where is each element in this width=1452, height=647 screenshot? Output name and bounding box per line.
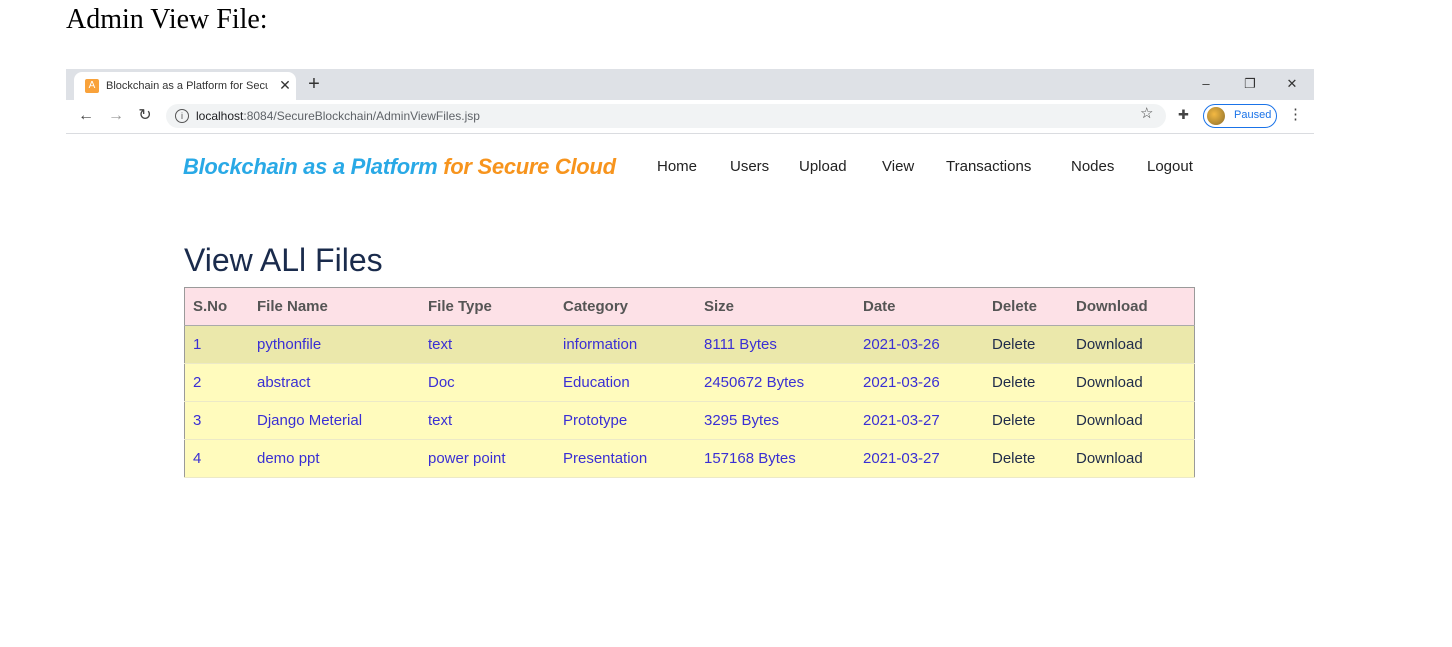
nav-upload[interactable]: Upload: [799, 158, 847, 175]
page-title: View ALl Files: [184, 242, 383, 278]
delete-link[interactable]: Delete: [984, 439, 1068, 478]
cell-size: 2450672 Bytes: [696, 363, 855, 402]
column-header-file-name: File Name: [249, 287, 420, 326]
document-heading: Admin View File:: [66, 4, 268, 35]
url-host: localhost: [196, 109, 244, 123]
brand-part-2: for Secure Cloud: [443, 154, 616, 179]
address-toolbar: ← → ↻ i localhost:8084/SecureBlockchain/…: [66, 100, 1314, 134]
table-row[interactable]: 4 demo ppt power point Presentation 1571…: [184, 439, 1195, 478]
cell-file-type: Doc: [420, 363, 555, 402]
download-link[interactable]: Download: [1068, 401, 1195, 440]
delete-link[interactable]: Delete: [984, 363, 1068, 402]
table-row[interactable]: 3 Django Meterial text Prototype 3295 By…: [184, 401, 1195, 440]
forward-arrow-icon[interactable]: →: [107, 107, 125, 125]
table-row[interactable]: 1 pythonfile text information 8111 Bytes…: [184, 325, 1195, 364]
cell-sno: 3: [184, 401, 249, 440]
cell-sno: 4: [184, 439, 249, 478]
column-header-file-type: File Type: [420, 287, 555, 326]
nav-transactions[interactable]: Transactions: [946, 158, 1031, 175]
column-header-size: Size: [696, 287, 855, 326]
column-header-category: Category: [555, 287, 696, 326]
cell-category: Prototype: [555, 401, 696, 440]
cell-size: 8111 Bytes: [696, 325, 855, 364]
column-header-download: Download: [1068, 287, 1195, 326]
table-row[interactable]: 2 abstract Doc Education 2450672 Bytes 2…: [184, 363, 1195, 402]
nav-logout[interactable]: Logout: [1147, 158, 1193, 175]
download-link[interactable]: Download: [1068, 325, 1195, 364]
cell-file-name: demo ppt: [249, 439, 420, 478]
tab-strip: A Blockchain as a Platform for Secu ✕ + …: [66, 69, 1314, 100]
url-text[interactable]: localhost:8084/SecureBlockchain/AdminVie…: [196, 109, 480, 123]
cell-date: 2021-03-27: [855, 401, 984, 440]
cell-size: 157168 Bytes: [696, 439, 855, 478]
profile-button[interactable]: Paused: [1203, 104, 1277, 128]
nav-view[interactable]: View: [882, 158, 914, 175]
cell-date: 2021-03-27: [855, 439, 984, 478]
page-content: Blockchain as a Platform for Secure Clou…: [66, 134, 1314, 489]
cell-date: 2021-03-26: [855, 363, 984, 402]
kebab-menu-icon[interactable]: ⋮: [1288, 107, 1303, 123]
delete-link[interactable]: Delete: [984, 401, 1068, 440]
site-brand[interactable]: Blockchain as a Platform for Secure Clou…: [183, 154, 616, 180]
close-icon[interactable]: ✕: [277, 77, 293, 93]
cell-sno: 1: [184, 325, 249, 364]
browser-tab[interactable]: A Blockchain as a Platform for Secu ✕: [74, 72, 296, 100]
column-header-date: Date: [855, 287, 984, 326]
download-link[interactable]: Download: [1068, 363, 1195, 402]
cell-sno: 2: [184, 363, 249, 402]
table-header-row: S.No File Name File Type Category Size D…: [184, 287, 1195, 326]
nav-users[interactable]: Users: [730, 158, 769, 175]
cell-file-type: power point: [420, 439, 555, 478]
cell-category: information: [555, 325, 696, 364]
restore-icon[interactable]: ❐: [1238, 73, 1262, 95]
browser-window: A Blockchain as a Platform for Secu ✕ + …: [66, 69, 1314, 489]
back-arrow-icon[interactable]: ←: [77, 107, 95, 125]
minimize-icon[interactable]: –: [1194, 73, 1218, 95]
cell-file-name: Django Meterial: [249, 401, 420, 440]
download-link[interactable]: Download: [1068, 439, 1195, 478]
nav-nodes[interactable]: Nodes: [1071, 158, 1114, 175]
cell-date: 2021-03-26: [855, 325, 984, 364]
delete-link[interactable]: Delete: [984, 325, 1068, 364]
profile-status: Paused: [1234, 109, 1272, 121]
column-header-delete: Delete: [984, 287, 1068, 326]
tab-title: Blockchain as a Platform for Secu: [106, 80, 268, 92]
a-favicon-icon: A: [85, 79, 99, 93]
plus-icon[interactable]: +: [304, 74, 324, 94]
cell-size: 3295 Bytes: [696, 401, 855, 440]
url-path: :8084/SecureBlockchain/AdminViewFiles.js…: [243, 109, 480, 123]
window-close-icon[interactable]: ✕: [1280, 73, 1304, 95]
star-icon[interactable]: ☆: [1140, 106, 1153, 122]
cell-file-type: text: [420, 401, 555, 440]
cell-file-name: abstract: [249, 363, 420, 402]
cell-file-type: text: [420, 325, 555, 364]
puzzle-icon[interactable]: ✚: [1178, 107, 1189, 123]
cell-category: Presentation: [555, 439, 696, 478]
cell-file-name: pythonfile: [249, 325, 420, 364]
files-table: S.No File Name File Type Category Size D…: [184, 287, 1195, 478]
nav-home[interactable]: Home: [657, 158, 697, 175]
info-icon[interactable]: i: [175, 109, 189, 123]
address-bar[interactable]: i localhost:8084/SecureBlockchain/AdminV…: [166, 104, 1166, 128]
reload-icon[interactable]: ↻: [136, 107, 154, 125]
column-header-sno: S.No: [184, 287, 249, 326]
avatar: [1207, 107, 1225, 125]
cell-category: Education: [555, 363, 696, 402]
brand-part-1: Blockchain as a Platform: [183, 154, 438, 179]
